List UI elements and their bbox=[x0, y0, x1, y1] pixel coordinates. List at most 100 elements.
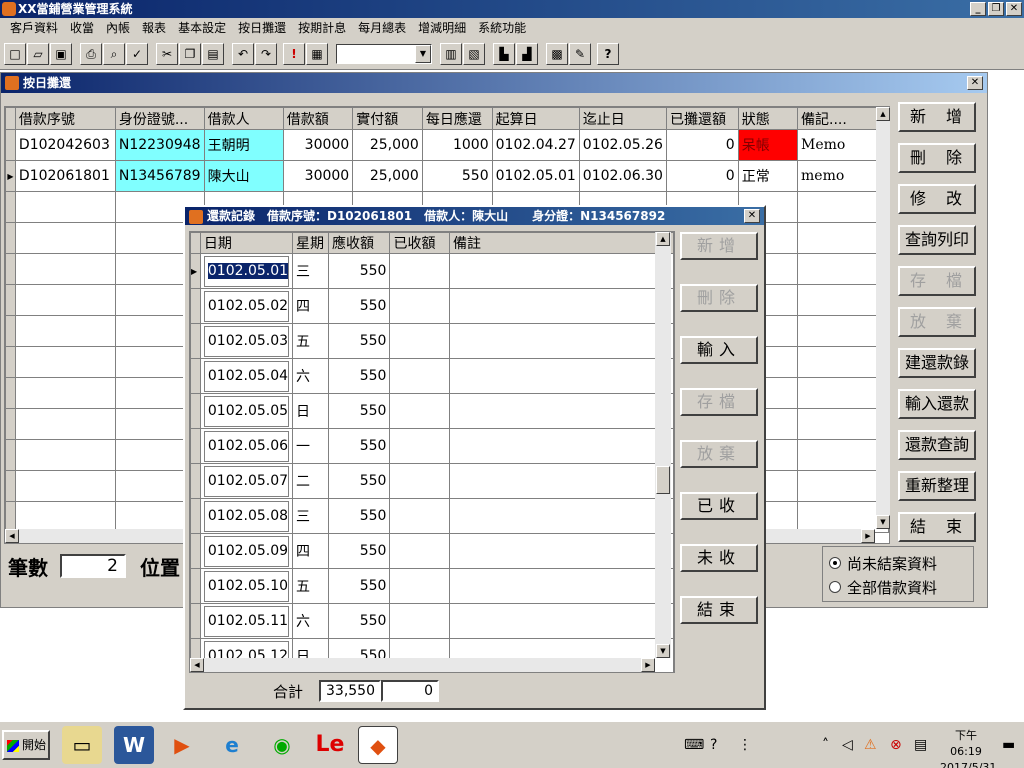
table-row[interactable]: 0102.05.05 日 550 bbox=[190, 393, 674, 429]
cell-loan-id[interactable]: D102061801 bbox=[14, 160, 116, 192]
col-header-start[interactable]: 起算日 bbox=[491, 107, 580, 130]
discard-button[interactable]: 放 棄 bbox=[898, 307, 976, 337]
calc-icon[interactable]: ▥ bbox=[440, 43, 462, 65]
radio-unselected-icon[interactable] bbox=[829, 581, 841, 593]
cell-weekday[interactable]: 四 bbox=[292, 288, 329, 324]
refresh-button[interactable]: 重新整理 bbox=[898, 471, 976, 501]
undo-icon[interactable]: ↶ bbox=[232, 43, 254, 65]
cell-paid[interactable]: 25,000 bbox=[352, 160, 423, 192]
scroll-thumb[interactable] bbox=[656, 466, 670, 494]
col-header-end[interactable]: 迄止日 bbox=[578, 107, 667, 130]
cell-note[interactable] bbox=[449, 428, 674, 464]
cell-received[interactable] bbox=[389, 533, 451, 569]
cell-paid[interactable]: 25,000 bbox=[352, 129, 423, 161]
dialog-save-button[interactable]: 存檔 bbox=[680, 388, 758, 416]
cell-status[interactable]: 呆帳 bbox=[737, 129, 799, 161]
cell-weekday[interactable]: 三 bbox=[292, 253, 329, 289]
minimize-button[interactable]: _ bbox=[970, 2, 986, 16]
cell-due[interactable]: 550 bbox=[327, 498, 391, 534]
tray-expand-icon[interactable]: ˄ bbox=[822, 726, 829, 764]
cell-received[interactable] bbox=[389, 358, 451, 394]
cell-memo[interactable]: Memo bbox=[797, 129, 889, 161]
table-row[interactable]: 0102.05.06 一 550 bbox=[190, 428, 674, 464]
dialog-received-button[interactable]: 已收 bbox=[680, 492, 758, 520]
cell-date[interactable]: 0102.05.01 bbox=[199, 253, 294, 289]
volume-icon[interactable]: ◁ bbox=[842, 726, 853, 764]
cell-due[interactable]: 550 bbox=[327, 358, 391, 394]
scroll-right-icon[interactable]: ▶ bbox=[861, 529, 875, 543]
cell-weekday[interactable]: 二 bbox=[292, 463, 329, 499]
dialog-close-button[interactable]: ✕ bbox=[744, 209, 760, 223]
cell-received[interactable] bbox=[389, 603, 451, 639]
save-icon[interactable]: ▣ bbox=[50, 43, 72, 65]
table-row[interactable]: 0102.05.03 五 550 bbox=[190, 323, 674, 359]
repayment-grid-horizontal-scrollbar[interactable]: ◀ ▶ bbox=[190, 658, 655, 672]
tray-menu-icon[interactable]: ⋮ bbox=[738, 726, 752, 764]
cell-amount[interactable]: 30000 bbox=[282, 160, 354, 192]
exit-button[interactable]: 結 束 bbox=[898, 512, 976, 542]
chevron-down-icon[interactable]: ▼ bbox=[415, 45, 431, 63]
menu-customer[interactable]: 客戶資料 bbox=[4, 18, 64, 38]
cell-id-number[interactable]: N12230948 bbox=[114, 129, 205, 161]
dialog-delete-button[interactable]: 刪除 bbox=[680, 284, 758, 312]
cell-memo[interactable]: memo bbox=[797, 160, 889, 192]
open-icon[interactable]: ▱ bbox=[27, 43, 49, 65]
alert-icon[interactable]: ! bbox=[283, 43, 305, 65]
enter-repayment-button[interactable]: 輸入還款 bbox=[898, 389, 976, 419]
keyboard-icon[interactable]: ⌨ bbox=[684, 726, 704, 764]
help-tray-icon[interactable]: ? bbox=[710, 726, 717, 764]
edit-icon[interactable]: ✎ bbox=[569, 43, 591, 65]
show-desktop-icon[interactable]: ▬ bbox=[1002, 726, 1015, 764]
menu-daily[interactable]: 按日攤還 bbox=[232, 18, 292, 38]
cell-received[interactable] bbox=[389, 463, 451, 499]
building-icon[interactable]: ▙ bbox=[493, 43, 515, 65]
col-header-borrower[interactable]: 借款人 bbox=[203, 107, 284, 130]
explorer-icon[interactable]: ▭ bbox=[62, 726, 102, 764]
cell-received[interactable] bbox=[389, 288, 451, 324]
add-button[interactable]: 新 增 bbox=[898, 102, 976, 132]
save-button[interactable]: 存 檔 bbox=[898, 266, 976, 296]
radio-all-records[interactable]: 全部借款資料 bbox=[829, 575, 967, 599]
cell-borrower[interactable]: 王朝明 bbox=[203, 129, 284, 161]
menu-settings[interactable]: 基本設定 bbox=[172, 18, 232, 38]
cell-date[interactable]: 0102.05.10 bbox=[199, 568, 294, 604]
chrome-icon[interactable]: ◉ bbox=[262, 726, 302, 764]
cell-date[interactable]: 0102.05.08 bbox=[199, 498, 294, 534]
cell-note[interactable] bbox=[449, 253, 674, 289]
cell-due[interactable]: 550 bbox=[327, 288, 391, 324]
cell-date[interactable]: 0102.05.05 bbox=[199, 393, 294, 429]
dialog-exit-button[interactable]: 結束 bbox=[680, 596, 758, 624]
media-player-icon[interactable]: ▶ bbox=[162, 726, 202, 764]
scroll-right-icon[interactable]: ▶ bbox=[641, 658, 655, 672]
cell-loan-id[interactable]: D102042603 bbox=[14, 129, 116, 161]
ie-icon[interactable]: e bbox=[212, 726, 252, 764]
scroll-down-icon[interactable]: ▼ bbox=[876, 515, 890, 529]
scroll-down-icon[interactable]: ▼ bbox=[656, 644, 670, 658]
table-row[interactable]: 0102.05.04 六 550 bbox=[190, 358, 674, 394]
redo-icon[interactable]: ↷ bbox=[255, 43, 277, 65]
cell-note[interactable] bbox=[449, 393, 674, 429]
cell-amount[interactable]: 30000 bbox=[282, 129, 354, 161]
cell-note[interactable] bbox=[449, 323, 674, 359]
dialog-discard-button[interactable]: 放棄 bbox=[680, 440, 758, 468]
cell-received[interactable] bbox=[389, 393, 451, 429]
dialog-input-button[interactable]: 輸入 bbox=[680, 336, 758, 364]
cut-icon[interactable]: ✂ bbox=[156, 43, 178, 65]
cell-due[interactable]: 550 bbox=[327, 428, 391, 464]
cell-note[interactable] bbox=[449, 568, 674, 604]
cell-weekday[interactable]: 五 bbox=[292, 568, 329, 604]
table-row[interactable]: 0102.05.08 三 550 bbox=[190, 498, 674, 534]
le-app-icon[interactable]: Le bbox=[310, 726, 350, 764]
restore-button[interactable]: ❐ bbox=[988, 2, 1004, 16]
cell-note[interactable] bbox=[449, 288, 674, 324]
cell-weekday[interactable]: 一 bbox=[292, 428, 329, 464]
cell-received[interactable] bbox=[389, 568, 451, 604]
cell-date[interactable]: 0102.05.02 bbox=[199, 288, 294, 324]
cell-note[interactable] bbox=[449, 498, 674, 534]
cell-note[interactable] bbox=[449, 533, 674, 569]
menu-monthly[interactable]: 每月總表 bbox=[352, 18, 412, 38]
start-button[interactable]: 開始 bbox=[2, 730, 50, 760]
col-header-date[interactable]: 日期 bbox=[199, 232, 294, 254]
scroll-left-icon[interactable]: ◀ bbox=[5, 529, 19, 543]
cell-daily[interactable]: 1000 bbox=[421, 129, 493, 161]
